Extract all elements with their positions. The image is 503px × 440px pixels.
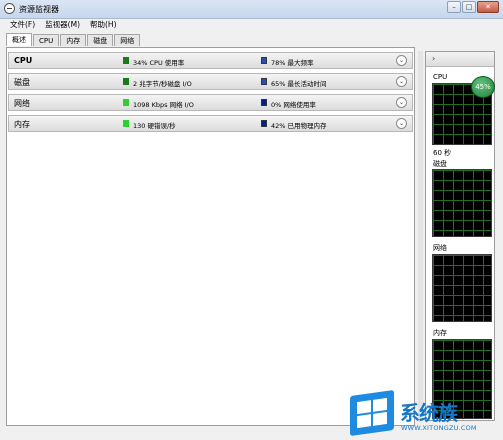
- network-graph: [432, 254, 492, 322]
- tab-cpu[interactable]: CPU: [33, 34, 60, 46]
- usage-indicator: [123, 57, 129, 64]
- usage-indicator: [123, 120, 129, 127]
- chevron-down-icon[interactable]: ⌄: [396, 55, 407, 66]
- watermark-url: WWW.XITONGZU.COM: [401, 424, 477, 432]
- secondary-text: 0% 网络使用率: [271, 101, 316, 109]
- section-network[interactable]: 网络 1098 Kbps 网络 I/O 0% 网络使用率 ⌄: [8, 94, 413, 111]
- chevron-down-icon[interactable]: ⌄: [396, 97, 407, 108]
- section-disk[interactable]: 磁盘 2 兆字节/秒磁盘 I/O 65% 最长活动时间 ⌄: [8, 73, 413, 90]
- tab-memory[interactable]: 内存: [60, 34, 87, 46]
- title-bar: 资源监视器 – □ ✕: [0, 0, 503, 19]
- secondary-text: 42% 已用物理内存: [271, 122, 327, 130]
- resource-monitor-icon: [4, 3, 15, 14]
- overview-panel: CPU 34% CPU 使用率 78% 最大频率 ⌄ 磁盘 2 兆字节/秒磁盘 …: [6, 47, 415, 426]
- minimize-button[interactable]: –: [447, 1, 461, 13]
- secondary-text: 78% 最大频率: [271, 59, 314, 67]
- menu-monitor[interactable]: 监视器(M): [45, 19, 80, 31]
- maximize-button[interactable]: □: [462, 1, 476, 13]
- graph-panel: › CPU 60 秒 磁盘 网络 内存: [425, 51, 495, 421]
- menu-help[interactable]: 帮助(H): [90, 19, 117, 31]
- cpu-graph-label: CPU: [433, 73, 448, 81]
- menu-bar: 文件(F) 监视器(M) 帮助(H): [0, 19, 503, 31]
- secondary-indicator: [261, 57, 267, 64]
- network-graph-label: 网络: [433, 244, 447, 252]
- tab-network[interactable]: 网络: [114, 34, 141, 46]
- graph-panel-header: ›: [426, 52, 494, 67]
- disk-graph: [432, 169, 492, 237]
- window-title: 资源监视器: [19, 5, 59, 14]
- section-title: CPU: [14, 56, 33, 65]
- section-title: 网络: [14, 99, 30, 108]
- time-range-label: 60 秒: [433, 149, 452, 157]
- cpu-usage-badge: 45%: [471, 76, 495, 98]
- disk-graph-label: 磁盘: [433, 160, 447, 168]
- secondary-indicator: [261, 78, 267, 85]
- window-controls: – □ ✕: [447, 1, 499, 13]
- section-title: 磁盘: [14, 78, 30, 87]
- tab-disk[interactable]: 磁盘: [87, 34, 114, 46]
- panel-splitter[interactable]: [418, 51, 423, 421]
- chevron-down-icon[interactable]: ⌄: [396, 118, 407, 129]
- tab-overview[interactable]: 概述: [6, 33, 32, 46]
- secondary-indicator: [261, 120, 267, 127]
- usage-text: 1098 Kbps 网络 I/O: [133, 101, 194, 109]
- usage-indicator: [123, 78, 129, 85]
- usage-text: 130 硬错误/秒: [133, 122, 176, 130]
- secondary-indicator: [261, 99, 267, 106]
- section-memory[interactable]: 内存 130 硬错误/秒 42% 已用物理内存 ⌄: [8, 115, 413, 132]
- chevron-down-icon[interactable]: ⌄: [396, 76, 407, 87]
- close-button[interactable]: ✕: [477, 1, 499, 13]
- watermark-brand: 系统族: [400, 401, 458, 425]
- secondary-text: 65% 最长活动时间: [271, 80, 327, 88]
- section-cpu[interactable]: CPU 34% CPU 使用率 78% 最大频率 ⌄: [8, 52, 413, 69]
- usage-indicator: [123, 99, 129, 106]
- chevron-right-icon[interactable]: ›: [432, 54, 435, 63]
- menu-file[interactable]: 文件(F): [10, 19, 35, 31]
- tab-strip: 概述 CPU 内存 磁盘 网络: [6, 33, 141, 47]
- usage-text: 34% CPU 使用率: [133, 59, 185, 67]
- usage-text: 2 兆字节/秒磁盘 I/O: [133, 80, 192, 88]
- section-title: 内存: [14, 120, 30, 129]
- windows-logo-icon: [350, 389, 394, 437]
- memory-graph-label: 内存: [433, 329, 447, 337]
